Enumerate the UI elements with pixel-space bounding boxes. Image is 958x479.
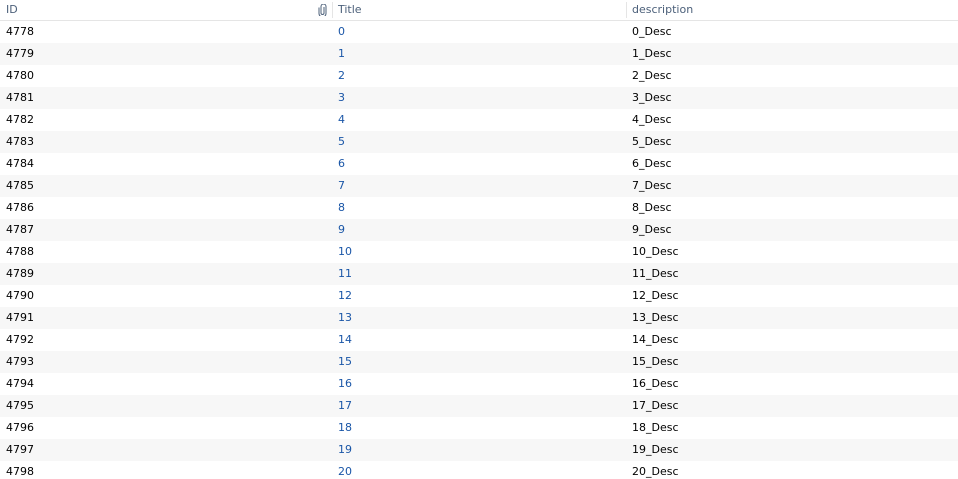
- row-id: 4791: [6, 311, 34, 324]
- row-title-link[interactable]: 15: [338, 351, 618, 373]
- table-row[interactable]: 4781 3 3_Desc: [0, 87, 958, 109]
- row-id: 4783: [6, 135, 34, 148]
- row-id: 4795: [6, 399, 34, 412]
- row-id: 4778: [6, 25, 34, 38]
- row-title-link[interactable]: 0: [338, 21, 618, 43]
- table-row[interactable]: 4785 7 7_Desc: [0, 175, 958, 197]
- row-description: 1_Desc: [632, 47, 672, 60]
- row-id: 4780: [6, 69, 34, 82]
- table-row[interactable]: 4792 14 14_Desc: [0, 329, 958, 351]
- row-title-link[interactable]: 1: [338, 43, 618, 65]
- table-row[interactable]: 4790 12 12_Desc: [0, 285, 958, 307]
- table-row[interactable]: 4787 9 9_Desc: [0, 219, 958, 241]
- table-row[interactable]: 4779 1 1_Desc: [0, 43, 958, 65]
- row-description: 5_Desc: [632, 135, 672, 148]
- table-row[interactable]: 4780 2 2_Desc: [0, 65, 958, 87]
- row-title-link[interactable]: 2: [338, 65, 618, 87]
- table-row[interactable]: 4783 5 5_Desc: [0, 131, 958, 153]
- row-description: 16_Desc: [632, 377, 679, 390]
- table-row[interactable]: 4795 17 17_Desc: [0, 395, 958, 417]
- row-description: 17_Desc: [632, 399, 679, 412]
- row-title-link[interactable]: 10: [338, 241, 618, 263]
- row-title-link[interactable]: 5: [338, 131, 618, 153]
- row-title-link[interactable]: 8: [338, 197, 618, 219]
- row-id: 4784: [6, 157, 34, 170]
- row-description: 13_Desc: [632, 311, 679, 324]
- table-row[interactable]: 4782 4 4_Desc: [0, 109, 958, 131]
- column-header-description[interactable]: description: [626, 0, 958, 21]
- list-view: ID Title description 4778 0 0_Desc 4779 1 1_D…: [0, 0, 958, 479]
- row-id: 4781: [6, 91, 34, 104]
- column-header-id[interactable]: ID: [0, 0, 312, 21]
- row-title-link[interactable]: 12: [338, 285, 618, 307]
- row-description: 18_Desc: [632, 421, 679, 434]
- table-row[interactable]: 4794 16 16_Desc: [0, 373, 958, 395]
- row-description: 14_Desc: [632, 333, 679, 346]
- table-row[interactable]: 4778 0 0_Desc: [0, 21, 958, 43]
- row-description: 10_Desc: [632, 245, 679, 258]
- table-row[interactable]: 4786 8 8_Desc: [0, 197, 958, 219]
- row-title-link[interactable]: 19: [338, 439, 618, 461]
- row-id: 4786: [6, 201, 34, 214]
- row-title-link[interactable]: 7: [338, 175, 618, 197]
- row-description: 12_Desc: [632, 289, 679, 302]
- row-title-link[interactable]: 14: [338, 329, 618, 351]
- row-description: 20_Desc: [632, 465, 679, 478]
- row-description: 3_Desc: [632, 91, 672, 104]
- row-id: 4796: [6, 421, 34, 434]
- row-title-link[interactable]: 11: [338, 263, 618, 285]
- paperclip-icon: [318, 4, 326, 16]
- row-description: 9_Desc: [632, 223, 672, 236]
- row-id: 4779: [6, 47, 34, 60]
- row-description: 2_Desc: [632, 69, 672, 82]
- row-title-link[interactable]: 3: [338, 87, 618, 109]
- table-row[interactable]: 4789 11 11_Desc: [0, 263, 958, 285]
- row-id: 4794: [6, 377, 34, 390]
- row-description: 6_Desc: [632, 157, 672, 170]
- row-title-link[interactable]: 13: [338, 307, 618, 329]
- row-id: 4798: [6, 465, 34, 478]
- row-id: 4782: [6, 113, 34, 126]
- row-title-link[interactable]: 17: [338, 395, 618, 417]
- table-row[interactable]: 4784 6 6_Desc: [0, 153, 958, 175]
- row-id: 4797: [6, 443, 34, 456]
- column-header-title[interactable]: Title: [332, 0, 626, 21]
- row-description: 8_Desc: [632, 201, 672, 214]
- table-row[interactable]: 4791 13 13_Desc: [0, 307, 958, 329]
- column-header-title-label: Title: [338, 3, 362, 16]
- row-id: 4793: [6, 355, 34, 368]
- column-header-description-label: description: [632, 3, 694, 16]
- table-row[interactable]: 4797 19 19_Desc: [0, 439, 958, 461]
- column-header-attachments[interactable]: [312, 0, 332, 21]
- table-row[interactable]: 4796 18 18_Desc: [0, 417, 958, 439]
- table-row[interactable]: 4798 20 20_Desc: [0, 461, 958, 479]
- row-title-link[interactable]: 6: [338, 153, 618, 175]
- row-title-link[interactable]: 20: [338, 461, 618, 479]
- row-id: 4787: [6, 223, 34, 236]
- row-description: 11_Desc: [632, 267, 679, 280]
- row-description: 15_Desc: [632, 355, 679, 368]
- table-row[interactable]: 4793 15 15_Desc: [0, 351, 958, 373]
- row-description: 4_Desc: [632, 113, 672, 126]
- row-title-link[interactable]: 18: [338, 417, 618, 439]
- row-id: 4790: [6, 289, 34, 302]
- row-id: 4792: [6, 333, 34, 346]
- row-description: 0_Desc: [632, 25, 672, 38]
- row-id: 4785: [6, 179, 34, 192]
- row-id: 4788: [6, 245, 34, 258]
- list-header: ID Title description: [0, 0, 958, 21]
- column-header-id-label: ID: [6, 3, 18, 16]
- row-description: 7_Desc: [632, 179, 672, 192]
- row-title-link[interactable]: 4: [338, 109, 618, 131]
- row-description: 19_Desc: [632, 443, 679, 456]
- row-id: 4789: [6, 267, 34, 280]
- table-row[interactable]: 4788 10 10_Desc: [0, 241, 958, 263]
- row-title-link[interactable]: 16: [338, 373, 618, 395]
- row-title-link[interactable]: 9: [338, 219, 618, 241]
- list-rows: 4778 0 0_Desc 4779 1 1_Desc 4780 2 2_Desc 4781 3 3_…: [0, 21, 958, 479]
